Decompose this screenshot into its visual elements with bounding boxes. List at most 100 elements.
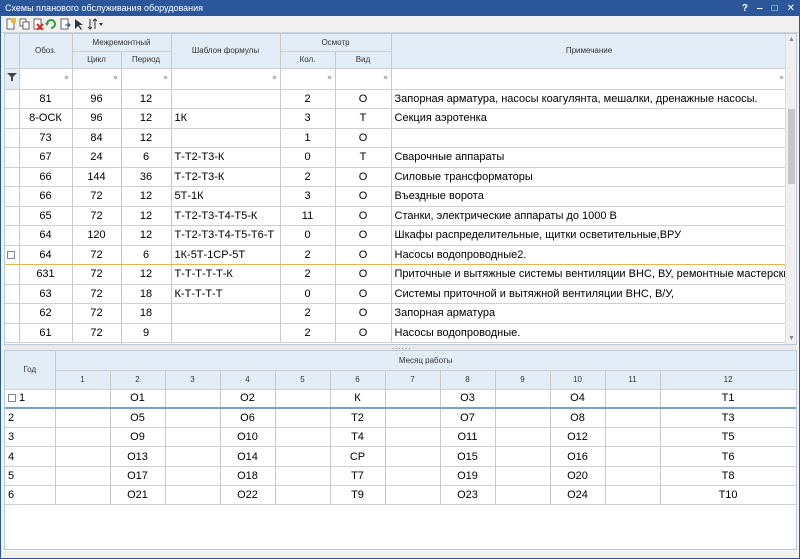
close-icon[interactable]: ✕ [787, 1, 795, 16]
table-row[interactable]: 64 72 6 1К-5Т-1СР-5Т 2 О Насосы водопроводные2… [5, 245, 788, 265]
header-month-12[interactable]: 12 [660, 370, 796, 390]
cell-obozn[interactable]: 64 [19, 225, 73, 246]
cell-month-9[interactable] [495, 485, 551, 506]
row-selector[interactable] [5, 108, 20, 129]
cell-month-2[interactable]: О17 [110, 466, 166, 486]
cell-template[interactable] [171, 128, 281, 148]
cell-period[interactable]: 18 [121, 284, 172, 304]
cell-month-4[interactable]: О10 [220, 427, 276, 448]
cell-cycle[interactable]: 72 [72, 323, 122, 343]
cell-month-2[interactable]: О13 [110, 446, 166, 467]
cell-cycle[interactable]: 24 [72, 147, 122, 168]
cell-month-9[interactable] [495, 389, 551, 410]
cell-month-12[interactable]: Т1 [660, 389, 796, 410]
cell-template[interactable]: Т-Т2-Т3-К [171, 167, 281, 187]
cell-cycle[interactable]: 84 [72, 128, 122, 148]
help-icon[interactable]: ? [742, 1, 748, 16]
table-row[interactable]: 61 72 9 2 О Насосы водопроводные. [5, 323, 788, 343]
cell-month-10[interactable]: О16 [550, 446, 606, 467]
filter-cell[interactable]: ≡ [391, 68, 788, 90]
cell-cycle[interactable]: 72 [72, 186, 122, 207]
cell-count[interactable]: 2 [280, 245, 336, 265]
scroll-thumb[interactable] [788, 109, 795, 184]
cell-month-10[interactable]: О12 [550, 427, 606, 448]
cell-cycle[interactable]: 72 [72, 303, 122, 324]
cell-obozn[interactable]: 63 [19, 284, 73, 304]
cell-note[interactable]: Насосы водопроводные. [391, 323, 788, 343]
cell-type[interactable]: О [335, 245, 392, 265]
cell-year[interactable]: 2 [5, 408, 56, 429]
cell-template[interactable]: 1К-5Т-1СР-5Т [171, 245, 281, 265]
cell-month-10[interactable]: О8 [550, 408, 606, 429]
cell-month-3[interactable] [165, 466, 221, 486]
table-row[interactable]: 8-ОСК 96 12 1К 3 Т Секция аэротенка [5, 108, 788, 129]
row-selector[interactable] [5, 245, 20, 265]
cell-obozn[interactable]: 631 [19, 264, 73, 285]
cell-cycle[interactable]: 120 [72, 225, 122, 246]
cell-month-6[interactable]: Т7 [330, 466, 386, 486]
cell-month-8[interactable]: О11 [440, 427, 496, 448]
cell-month-9[interactable] [495, 466, 551, 486]
cell-template[interactable]: Т-Т2-Т3-К [171, 147, 281, 168]
cell-month-5[interactable] [275, 446, 331, 467]
header-month-5[interactable]: 5 [275, 370, 331, 390]
cell-note[interactable]: Въездные ворота [391, 186, 788, 207]
cell-obozn[interactable]: 65 [19, 206, 73, 226]
cell-month-6[interactable]: Т9 [330, 485, 386, 506]
cell-year[interactable]: 3 [5, 427, 56, 448]
cell-month-3[interactable] [165, 389, 221, 410]
header-month-2[interactable]: 2 [110, 370, 166, 390]
cell-month-11[interactable] [605, 466, 661, 486]
header-count[interactable]: Кол. [280, 51, 336, 69]
filter-icon[interactable] [5, 68, 20, 90]
cell-template[interactable]: Т-Т2-Т3-Т4-Т5-К [171, 206, 281, 226]
row-checkbox[interactable] [8, 394, 16, 403]
cell-template[interactable]: Т-Т2-Т3-Т4-Т5-Т6-Т [171, 225, 281, 246]
cell-month-11[interactable] [605, 389, 661, 410]
cell-month-7[interactable] [385, 466, 441, 486]
cell-month-2[interactable]: О21 [110, 485, 166, 506]
cell-period[interactable]: 12 [121, 108, 172, 129]
cell-period[interactable]: 36 [121, 167, 172, 187]
cell-type[interactable]: О [335, 186, 392, 207]
cell-month-9[interactable] [495, 446, 551, 467]
cell-note[interactable] [391, 128, 788, 148]
cell-template[interactable] [171, 303, 281, 324]
cell-month-12[interactable]: Т10 [660, 485, 796, 506]
cell-month-8[interactable]: О19 [440, 466, 496, 486]
header-month-8[interactable]: 8 [440, 370, 496, 390]
cell-obozn[interactable]: 64 [19, 245, 73, 265]
cell-obozn[interactable]: 61 [19, 323, 73, 343]
cell-type[interactable]: О [335, 323, 392, 343]
table-row[interactable]: 73 84 12 1 О [5, 128, 788, 148]
cell-cycle[interactable]: 96 [72, 108, 122, 129]
cell-cycle[interactable]: 72 [72, 264, 122, 285]
header-month-4[interactable]: 4 [220, 370, 276, 390]
filter-cell[interactable]: ≡ [171, 68, 281, 90]
cell-note[interactable]: Запорная арматура, насосы коагулянта, ме… [391, 89, 788, 109]
table-row[interactable]: 81 96 12 2 О Запорная арматура, насосы коагул… [5, 89, 788, 109]
row-selector[interactable] [5, 128, 20, 148]
cell-template[interactable]: К-Т-Т-Т-Т [171, 284, 281, 304]
cell-count[interactable]: 0 [280, 284, 336, 304]
cell-month-6[interactable]: СР [330, 446, 386, 467]
cell-month-3[interactable] [165, 427, 221, 448]
cell-month-11[interactable] [605, 446, 661, 467]
cell-obozn[interactable]: 67 [19, 147, 73, 168]
cell-month-3[interactable] [165, 408, 221, 429]
cell-month-3[interactable] [165, 446, 221, 467]
cell-cycle[interactable]: 72 [72, 284, 122, 304]
cell-month-8[interactable]: О3 [440, 389, 496, 410]
row-selector[interactable] [5, 167, 20, 187]
header-template[interactable]: Шаблон формулы [171, 34, 281, 69]
filter-cell[interactable]: ≡ [280, 68, 336, 90]
filter-cell[interactable]: ≡ [121, 68, 172, 90]
cell-template[interactable]: 5Т-1К [171, 186, 281, 207]
cell-count[interactable]: 2 [280, 167, 336, 187]
cell-period[interactable]: 12 [121, 264, 172, 285]
cell-month-6[interactable]: К [330, 389, 386, 410]
cell-month-6[interactable]: Т4 [330, 427, 386, 448]
table-row[interactable]: 66 72 12 5Т-1К 3 О Въездные ворота [5, 186, 788, 207]
row-selector[interactable] [5, 303, 20, 324]
cell-month-8[interactable]: О23 [440, 485, 496, 506]
